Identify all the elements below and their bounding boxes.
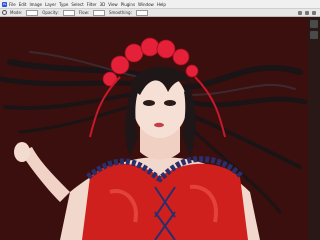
tool-options-bar: Mode: Opacity: Flow: Smoothing:: [0, 8, 320, 17]
menu-file[interactable]: File: [9, 2, 16, 7]
menu-select[interactable]: Select: [71, 2, 83, 7]
menu-view[interactable]: View: [108, 2, 118, 7]
symmetry-icon[interactable]: [312, 10, 316, 15]
menu-type[interactable]: Type: [59, 2, 68, 7]
app-logo[interactable]: Ps: [2, 1, 7, 7]
artwork: [0, 17, 308, 240]
menu-edit[interactable]: Edit: [19, 2, 27, 7]
mode-select[interactable]: [26, 9, 39, 16]
menu-plugins[interactable]: Plugins: [121, 2, 135, 7]
mode-label: Mode:: [10, 10, 23, 15]
brush-icon[interactable]: [2, 10, 7, 15]
menu-bar: Ps File Edit Image Layer Type Select Fil…: [0, 0, 320, 8]
menu-3d[interactable]: 3D: [100, 2, 106, 7]
angle-icon[interactable]: [305, 10, 309, 15]
menu-layer[interactable]: Layer: [45, 2, 56, 7]
eye-left: [143, 100, 155, 106]
opacity-label: Opacity:: [42, 10, 59, 15]
panel-icon[interactable]: [310, 20, 318, 28]
menu-filter[interactable]: Filter: [87, 2, 97, 7]
document-canvas[interactable]: [0, 17, 308, 240]
menu-window[interactable]: Window: [138, 2, 154, 7]
menu-image[interactable]: Image: [29, 2, 42, 7]
opacity-field[interactable]: [62, 9, 75, 16]
pressure-icon[interactable]: [298, 10, 302, 15]
left-hand: [14, 142, 30, 162]
right-panel-strip: [308, 17, 320, 240]
options-right-icons: [295, 10, 320, 15]
photoshop-window: Ps File Edit Image Layer Type Select Fil…: [0, 0, 320, 240]
flow-label: Flow:: [78, 10, 89, 15]
lips: [154, 122, 164, 128]
eye-right: [164, 100, 176, 106]
smoothing-label: Smoothing:: [108, 10, 132, 15]
panel-icon[interactable]: [310, 31, 318, 39]
smoothing-field[interactable]: [135, 9, 148, 16]
flow-field[interactable]: [92, 9, 105, 16]
menu-help[interactable]: Help: [157, 2, 166, 7]
